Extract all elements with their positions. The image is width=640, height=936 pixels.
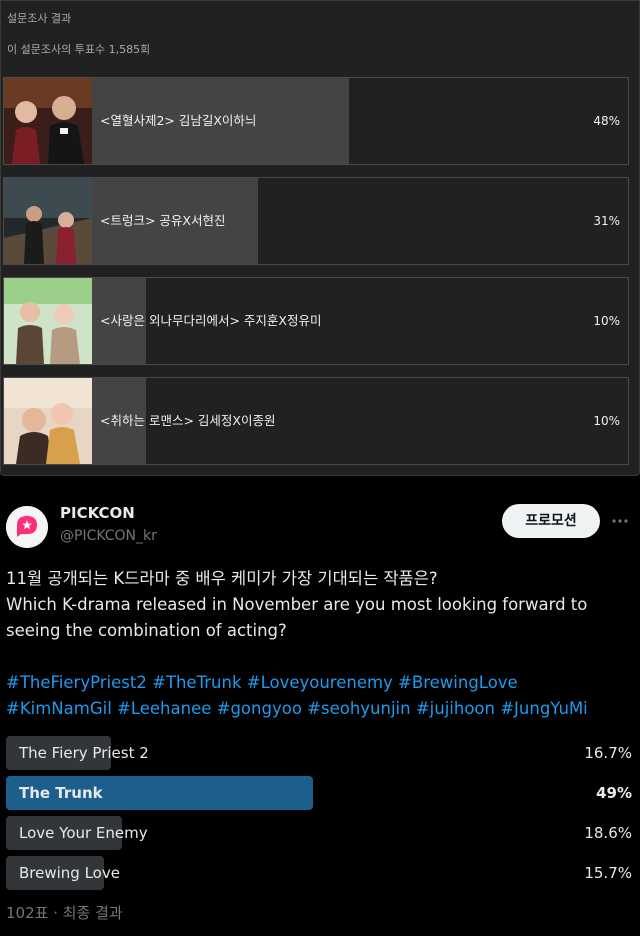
display-name[interactable]: PICKCON [60, 504, 135, 522]
tweet-text: 11월 공개되는 K드라마 중 배우 케미가 가장 기대되는 작품은? Whic… [6, 566, 631, 644]
poster-thumbnail [4, 178, 92, 264]
poll-results-title: 설문조사 결과 [7, 12, 72, 25]
poll-choice-label: Love Your Enemy [19, 824, 148, 842]
poll-choice-percent: 18.6% [584, 824, 632, 842]
poll-choice-label: Brewing Love [19, 864, 120, 882]
tweet-text-korean: 11월 공개되는 K드라마 중 배우 케미가 가장 기대되는 작품은? [6, 569, 438, 588]
poll-choice-1[interactable]: The Trunk 49% [6, 776, 632, 810]
poll-choice-percent: 49% [596, 784, 632, 802]
poll-choice-percent: 15.7% [584, 864, 632, 882]
poll-choice-percent: 16.7% [584, 744, 632, 762]
poll-option-3[interactable]: <취하는 로맨스> 김세정X이종원 10% [3, 377, 629, 465]
avatar[interactable] [6, 506, 48, 548]
poll-option-label: <취하는 로맨스> 김세정X이종원 [100, 413, 276, 428]
hashtags[interactable]: #TheFieryPriest2 #TheTrunk #Loveyourenem… [6, 670, 636, 722]
poster-thumbnail [4, 78, 92, 164]
poll-option-percent: 48% [593, 114, 620, 128]
poll-choice-label: The Trunk [19, 784, 103, 802]
poster-thumbnail [4, 378, 92, 464]
tweet: PICKCON @PICKCON_kr 프로모션 11월 공개되는 K드라마 중… [0, 484, 640, 936]
poll-vote-count: 이 설문조사의 투표수 1,585회 [7, 43, 151, 56]
poll-option-2[interactable]: <사랑은 외나무다리에서> 주지훈X정유미 10% [3, 277, 629, 365]
more-horizontal-icon[interactable] [612, 511, 628, 531]
poll-choice-2[interactable]: Love Your Enemy 18.6% [6, 816, 632, 850]
poll-choice-3[interactable]: Brewing Love 15.7% [6, 856, 632, 890]
poll-option-percent: 31% [593, 214, 620, 228]
poll-choice-0[interactable]: The Fiery Priest 2 16.7% [6, 736, 632, 770]
community-poll-results: 설문조사 결과 이 설문조사의 투표수 1,585회 <열혈사제2> 김남길X이… [0, 0, 640, 476]
poll-option-percent: 10% [593, 314, 620, 328]
poll-option-percent: 10% [593, 414, 620, 428]
poll-option-0[interactable]: <열혈사제2> 김남길X이하늬 48% [3, 77, 629, 165]
poll-option-label: <트렁크> 공유X서현진 [100, 213, 226, 228]
poll-option-1[interactable]: <트렁크> 공유X서현진 31% [3, 177, 629, 265]
poll-option-label: <열혈사제2> 김남길X이하늬 [100, 113, 257, 128]
user-handle[interactable]: @PICKCON_kr [60, 528, 157, 544]
poster-thumbnail [4, 278, 92, 364]
tweet-text-english: Which K-drama released in November are y… [6, 595, 588, 640]
poll-choice-label: The Fiery Priest 2 [19, 744, 149, 762]
hashtags-line-2[interactable]: #KimNamGil #Leehanee #gongyoo #seohyunji… [6, 696, 636, 722]
promotion-button[interactable]: 프로모션 [502, 504, 600, 538]
poll-option-label: <사랑은 외나무다리에서> 주지훈X정유미 [100, 313, 322, 328]
poll-footer: 102표 · 최종 결과 [6, 904, 123, 922]
hashtags-line-1[interactable]: #TheFieryPriest2 #TheTrunk #Loveyourenem… [6, 670, 636, 696]
pickcon-logo-icon [6, 506, 48, 548]
